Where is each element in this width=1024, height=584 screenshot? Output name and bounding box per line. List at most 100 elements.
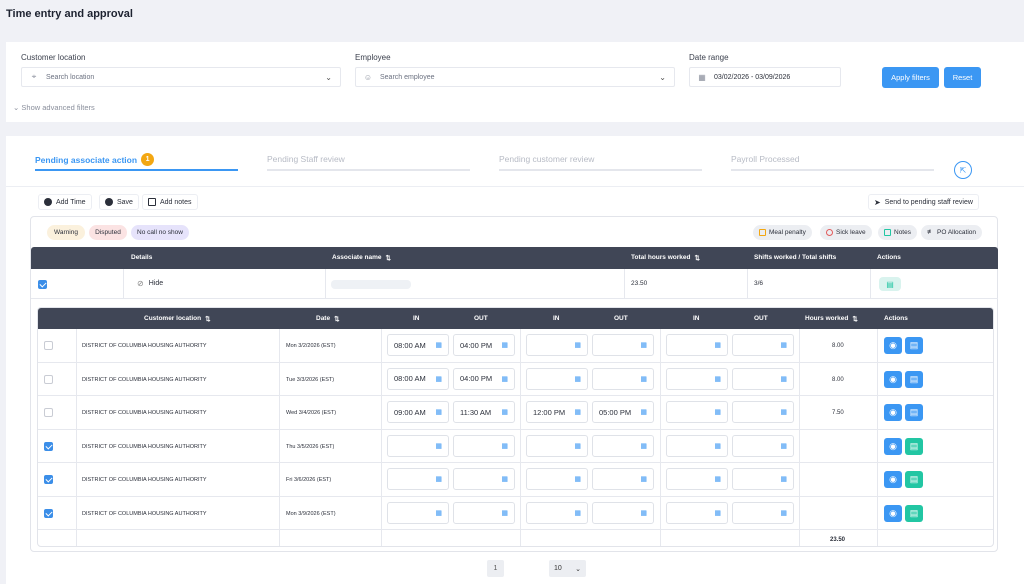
calendar-icon: ▦ xyxy=(501,509,508,517)
time-input-out2[interactable]: ▦ xyxy=(592,367,654,390)
page-number-button[interactable]: 1 xyxy=(487,560,504,577)
view-eye-icon[interactable]: ◉ xyxy=(884,437,902,455)
time-input-out1[interactable]: 11:30 AM ▦ xyxy=(453,401,515,423)
note-action-icon[interactable]: ▤ xyxy=(905,337,923,354)
row-checkbox[interactable] xyxy=(44,408,53,417)
time-input-in3[interactable]: ▦ xyxy=(666,367,728,390)
time-input-in1[interactable]: ▦ xyxy=(387,434,449,457)
time-input-out2[interactable]: ▦ xyxy=(592,434,654,457)
time-value: 11:30 AM xyxy=(460,407,492,417)
employee-select[interactable]: ☺ Search employee ⌄ xyxy=(355,67,675,87)
send-to-pending-staff-review-button[interactable]: ➤ Send to pending staff review xyxy=(868,194,979,210)
actions-header: Actions xyxy=(877,254,901,261)
timesheet-table-container: Warning Disputed No call no show Meal pe… xyxy=(30,216,998,552)
time-input-out1[interactable]: ▦ xyxy=(453,468,515,490)
add-notes-button[interactable]: Add notes xyxy=(142,194,198,210)
time-input-in3[interactable]: ▦ xyxy=(666,434,728,457)
time-input-in1[interactable]: 09:00 AM ▦ xyxy=(387,401,449,423)
chevron-down-icon: ⌄ xyxy=(575,565,581,573)
tab-pending-customer-review[interactable]: Pending customer review xyxy=(499,154,594,164)
date-range-input[interactable]: ▦ 03/02/2026 - 03/09/2026 xyxy=(689,67,841,87)
legend-label: Notes xyxy=(894,229,911,236)
hide-toggle[interactable]: ⊘ Hide xyxy=(137,279,163,288)
row-location: DISTRICT OF COLUMBIA HOUSING AUTHORITY xyxy=(82,477,207,483)
export-icon[interactable]: ⇱ xyxy=(954,161,972,179)
divider xyxy=(6,186,1024,187)
apply-filters-button[interactable]: Apply filters xyxy=(882,67,939,88)
time-input-out2[interactable]: 05:00 PM ▦ xyxy=(592,401,654,423)
hours-header[interactable]: Hours worked ⇅ xyxy=(805,315,858,323)
time-input-out3[interactable]: ▦ xyxy=(732,501,794,524)
row-location: DISTRICT OF COLUMBIA HOUSING AUTHORITY xyxy=(82,343,207,349)
add-time-button[interactable]: Add Time xyxy=(38,194,92,210)
tab-pending-associate-action[interactable]: Pending associate action 1 xyxy=(35,153,155,166)
time-input-in2[interactable]: ▦ xyxy=(526,367,588,390)
time-input-in1[interactable]: 08:00 AM ▦ xyxy=(387,334,449,356)
date-range-label: Date range xyxy=(689,53,729,62)
note-action-icon[interactable]: ▤ xyxy=(905,404,923,421)
reset-button[interactable]: Reset xyxy=(944,67,981,88)
row-checkbox[interactable] xyxy=(44,508,53,518)
note-action-icon[interactable]: ▤ xyxy=(905,504,923,522)
time-input-out2[interactable]: ▦ xyxy=(592,501,654,524)
timesheet-panel: Pending associate action 1 Pending Staff… xyxy=(6,136,1024,584)
save-button[interactable]: Save xyxy=(99,194,139,210)
notes-icon[interactable]: ▤ xyxy=(879,277,901,291)
calendar-icon: ▦ xyxy=(640,375,647,383)
time-input-in1[interactable]: 08:00 AM ▦ xyxy=(387,367,449,390)
time-input-in1[interactable]: ▦ xyxy=(387,501,449,524)
calendar-icon: ▦ xyxy=(435,342,442,349)
time-input-in3[interactable]: ▦ xyxy=(666,468,728,490)
time-input-out2[interactable]: ▦ xyxy=(592,334,654,356)
time-value: 08:00 AM xyxy=(394,340,426,350)
time-input-in3[interactable]: ▦ xyxy=(666,334,728,356)
time-input-out3[interactable]: ▦ xyxy=(732,468,794,490)
total-hours-header[interactable]: Total hours worked ⇅ xyxy=(631,254,700,262)
time-input-out3[interactable]: ▦ xyxy=(732,334,794,356)
calendar-icon: ▦ xyxy=(574,442,581,450)
time-input-out3[interactable]: ▦ xyxy=(732,367,794,390)
location-header[interactable]: Customer location ⇅ xyxy=(144,315,211,323)
time-input-out2[interactable]: ▦ xyxy=(592,468,654,490)
view-eye-icon[interactable]: ◉ xyxy=(884,337,902,354)
tab-payroll-processed[interactable]: Payroll Processed xyxy=(731,154,800,164)
time-input-in2[interactable]: ▦ xyxy=(526,334,588,356)
associate-name-header[interactable]: Associate name ⇅ xyxy=(332,254,391,262)
sort-icon: ⇅ xyxy=(334,316,340,323)
calendar-icon: ▦ xyxy=(574,509,581,517)
date-header[interactable]: Date ⇅ xyxy=(316,315,340,323)
calendar-icon: ▦ xyxy=(501,342,508,349)
row-checkbox[interactable] xyxy=(44,441,53,451)
table-row: DISTRICT OF COLUMBIA HOUSING AUTHORITY Th… xyxy=(38,430,993,463)
view-eye-icon[interactable]: ◉ xyxy=(884,504,902,522)
row-checkbox[interactable] xyxy=(44,341,53,350)
associate-checkbox[interactable] xyxy=(38,280,47,289)
time-input-in2[interactable]: ▦ xyxy=(526,468,588,490)
time-input-out1[interactable]: 04:00 PM ▦ xyxy=(453,367,515,390)
customer-location-select[interactable]: ⌖ Search location ⌄ xyxy=(21,67,341,87)
time-input-out1[interactable]: ▦ xyxy=(453,434,515,457)
view-eye-icon[interactable]: ◉ xyxy=(884,370,902,388)
note-action-icon[interactable]: ▤ xyxy=(905,471,923,488)
time-input-in2[interactable]: ▦ xyxy=(526,434,588,457)
time-input-in3[interactable]: ▦ xyxy=(666,401,728,423)
time-input-out1[interactable]: 04:00 PM ▦ xyxy=(453,334,515,356)
row-checkbox[interactable] xyxy=(44,374,53,384)
tab-pending-staff-review[interactable]: Pending Staff review xyxy=(267,154,345,164)
show-advanced-filters-link[interactable]: ⌄ Show advanced filters xyxy=(13,103,95,112)
shifts-value: 3/6 xyxy=(754,280,764,287)
time-input-out3[interactable]: ▦ xyxy=(732,401,794,423)
note-action-icon[interactable]: ▤ xyxy=(905,370,923,388)
time-input-in1[interactable]: ▦ xyxy=(387,468,449,490)
time-input-out3[interactable]: ▦ xyxy=(732,434,794,457)
row-checkbox[interactable] xyxy=(44,475,53,484)
time-input-out1[interactable]: ▦ xyxy=(453,501,515,524)
time-input-in2[interactable]: ▦ xyxy=(526,501,588,524)
note-action-icon[interactable]: ▤ xyxy=(905,437,923,455)
view-eye-icon[interactable]: ◉ xyxy=(884,471,902,488)
view-eye-icon[interactable]: ◉ xyxy=(884,404,902,421)
time-input-in3[interactable]: ▦ xyxy=(666,501,728,524)
page-size-select[interactable]: 10 ⌄ xyxy=(549,560,586,577)
time-input-in2[interactable]: 12:00 PM ▦ xyxy=(526,401,588,423)
legend-notes: Notes xyxy=(878,225,917,240)
